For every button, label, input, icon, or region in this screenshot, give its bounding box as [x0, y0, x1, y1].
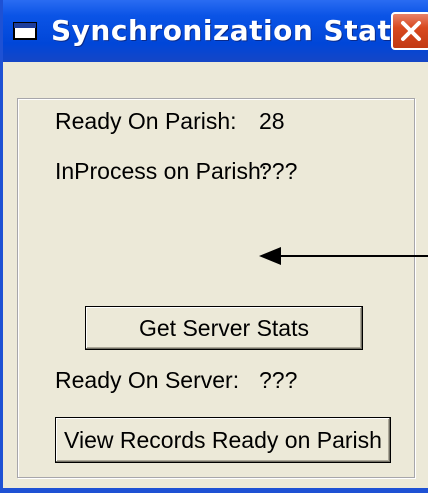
close-button[interactable] [391, 12, 428, 50]
title-bar[interactable]: Synchronization Status [3, 0, 428, 62]
window-title: Synchronization Status [51, 14, 428, 47]
ready-on-parish-value: 28 [259, 108, 285, 134]
view-records-ready-button[interactable]: View Records Ready on Parish [55, 417, 391, 463]
ready-on-server-value: ??? [259, 367, 298, 393]
arrow-left-icon [259, 247, 428, 265]
close-icon [401, 21, 421, 41]
ready-on-server-label: Ready On Server: [55, 367, 240, 393]
get-server-stats-button[interactable]: Get Server Stats [85, 306, 363, 350]
inprocess-on-parish-label: InProcess on Parish: [55, 158, 268, 184]
window-icon [13, 22, 37, 40]
inprocess-on-parish-value: ??? [259, 158, 298, 184]
synchronization-status-window: Synchronization Status Ready On Parish: … [0, 0, 428, 493]
ready-on-parish-label: Ready On Parish: [55, 108, 237, 134]
